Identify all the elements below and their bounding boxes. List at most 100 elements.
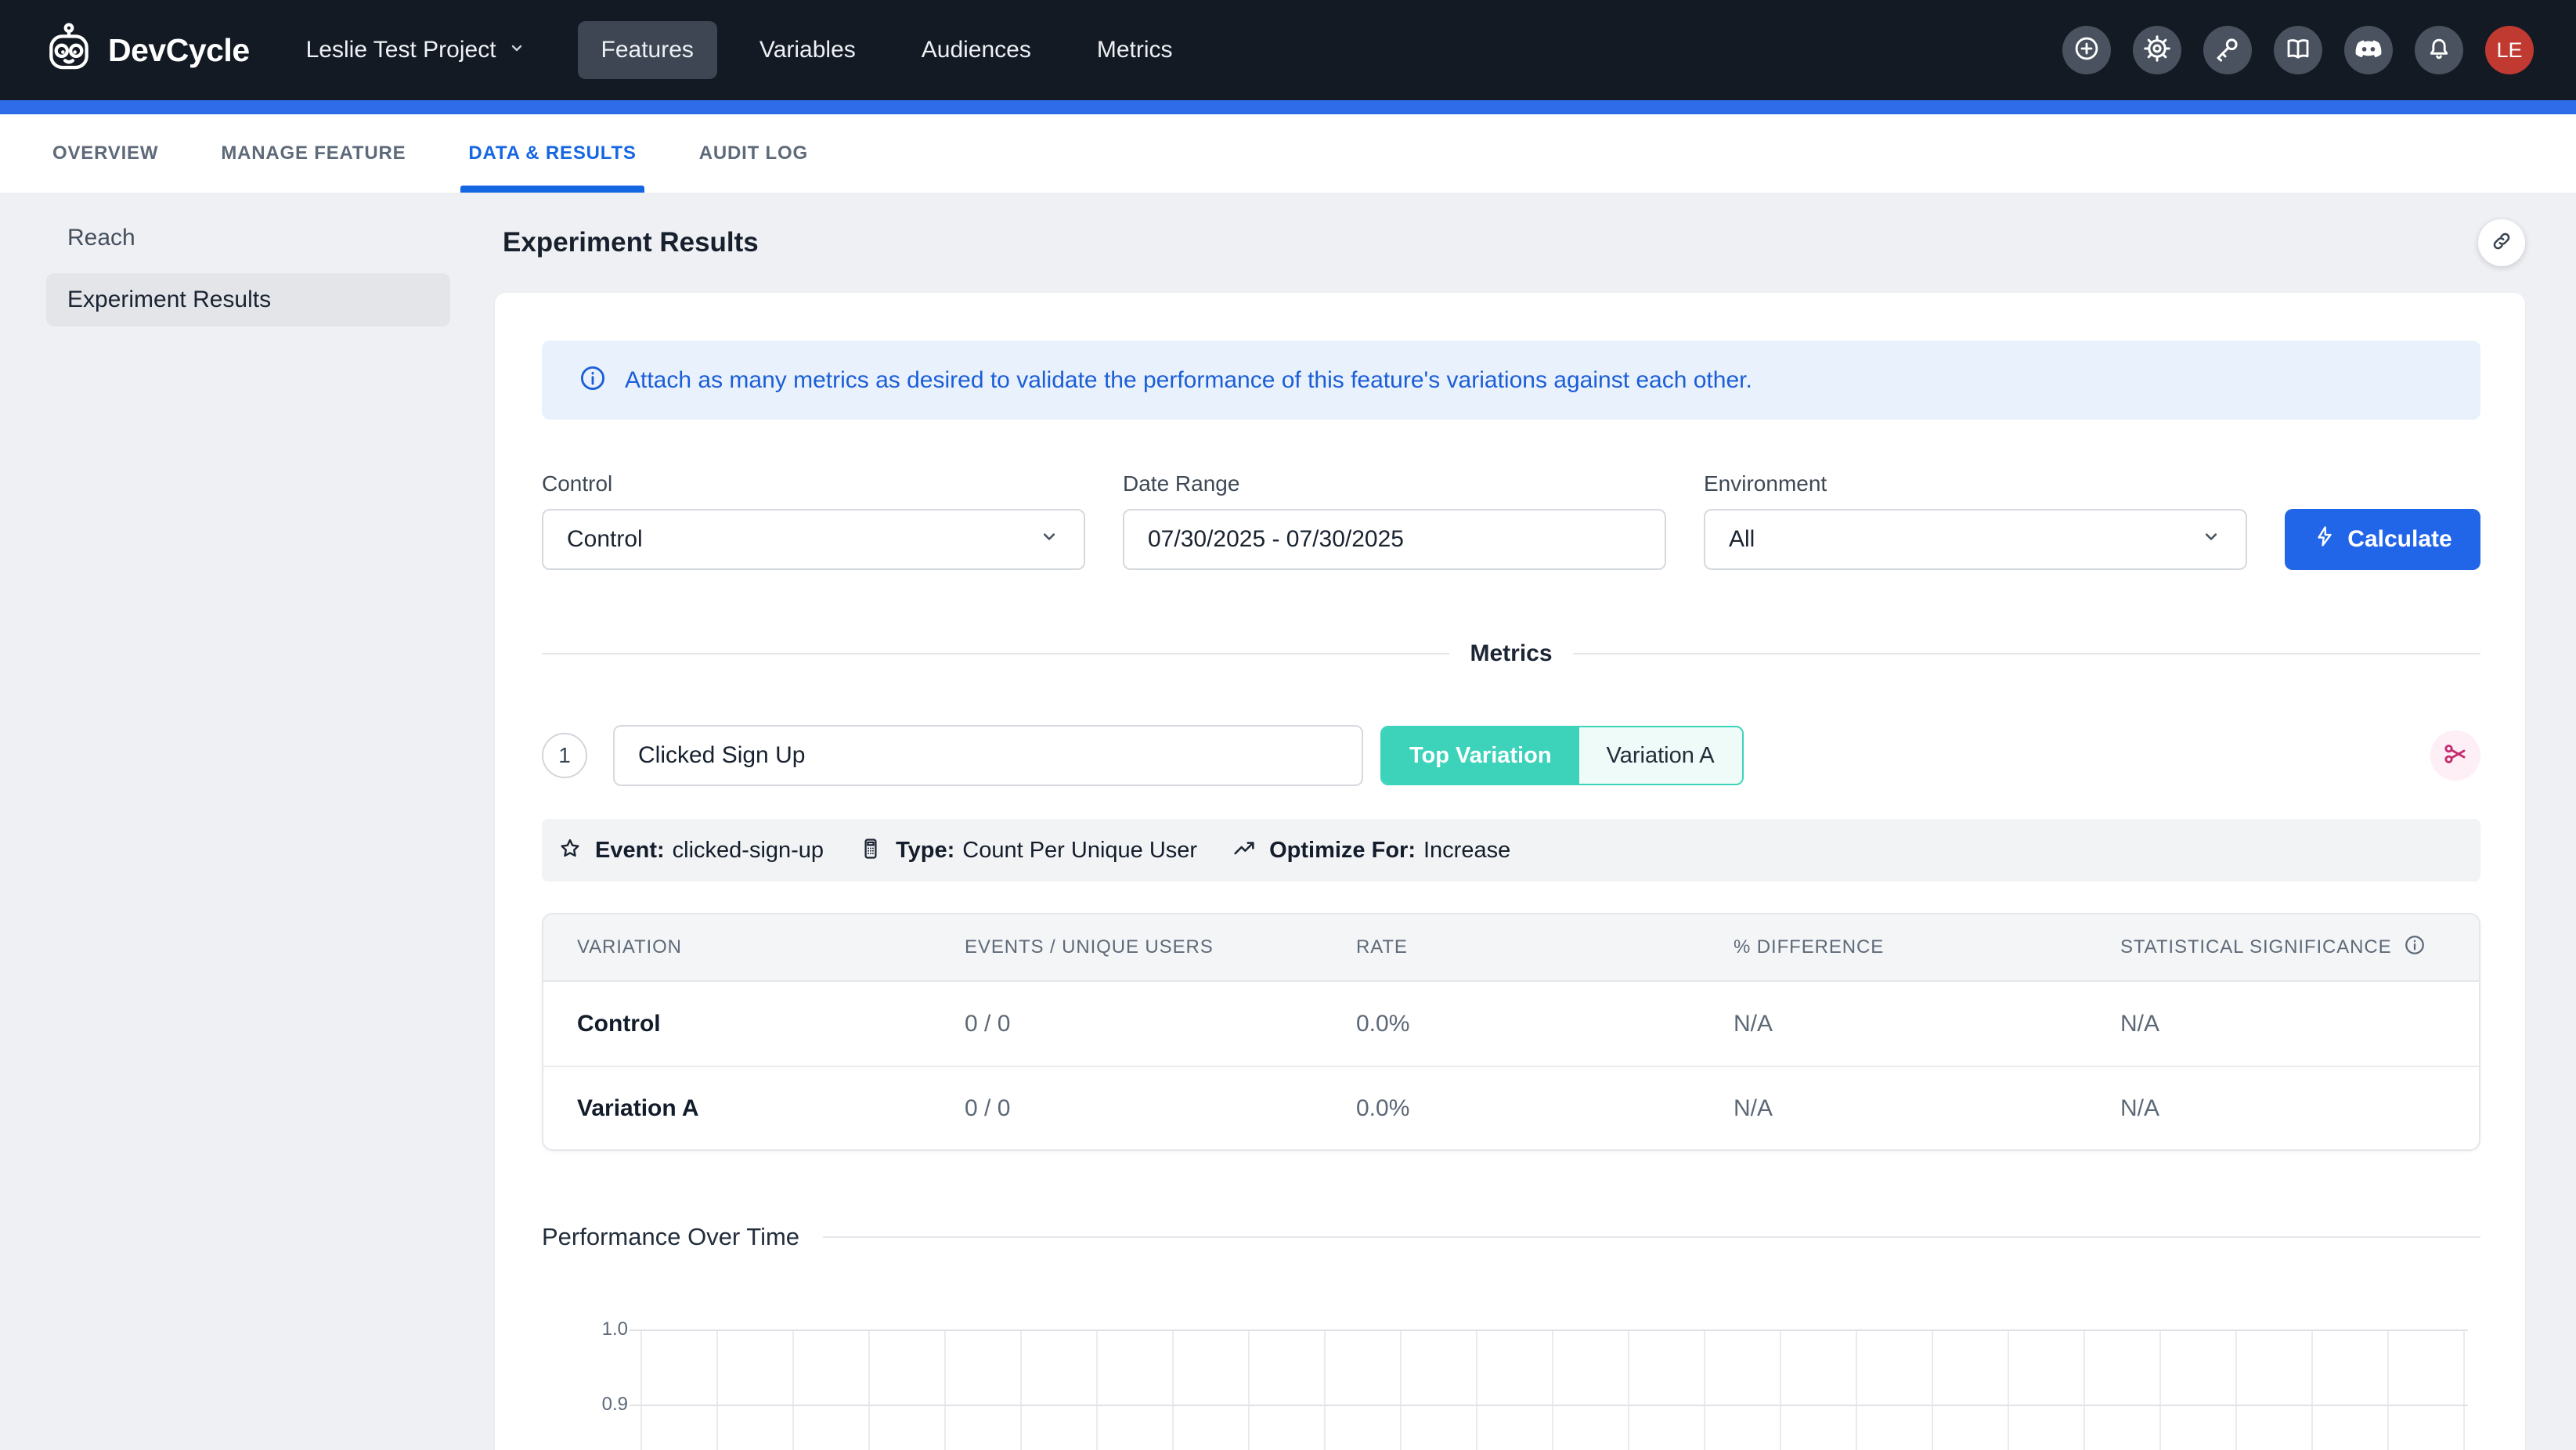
toggle-variation-a[interactable]: Variation A [1579, 727, 1742, 784]
tab-data-results[interactable]: DATA & RESULTS [468, 114, 636, 193]
notifications-button[interactable] [2415, 26, 2463, 74]
discord-icon [2354, 34, 2383, 67]
chevron-down-icon [507, 37, 526, 63]
metric-row: 1 Clicked Sign Up Top Variation Variatio… [542, 725, 2480, 786]
tab-audit-log[interactable]: AUDIT LOG [699, 114, 808, 193]
info-banner: Attach as many metrics as desired to val… [542, 341, 2480, 420]
metric-name-value: Clicked Sign Up [638, 742, 805, 769]
performance-section-header: Performance Over Time [542, 1223, 2480, 1251]
event-label: Event: [595, 838, 665, 864]
col-variation: VARIATION [543, 914, 931, 980]
sidebar-item-reach[interactable]: Reach [46, 214, 450, 262]
variation-toggle: Top Variation Variation A [1380, 726, 1744, 785]
environment-select-value: All [1729, 526, 1755, 553]
results-table-header: VARIATION EVENTS / UNIQUE USERS RATE % D… [543, 914, 2479, 982]
primary-nav: Features Variables Audiences Metrics [578, 21, 1196, 79]
cell-events: 0 / 0 [931, 982, 1322, 1066]
filters-row: Control Control Date Range 07/30/2025 - … [542, 471, 2480, 570]
environment-label: Environment [1704, 471, 2247, 496]
cell-difference: N/A [1700, 1067, 2087, 1149]
control-select-value: Control [567, 526, 643, 553]
cell-significance: N/A [2087, 982, 2479, 1066]
calculate-button[interactable]: Calculate [2285, 509, 2480, 570]
control-select[interactable]: Control [542, 509, 1085, 570]
control-label: Control [542, 471, 1085, 496]
date-range-filter: Date Range 07/30/2025 - 07/30/2025 [1123, 471, 1666, 570]
col-events: EVENTS / UNIQUE USERS [931, 914, 1322, 980]
metric-detail-bar: Event: clicked-sign-up [542, 819, 2480, 882]
type-group: Type: Count Per Unique User [858, 836, 1197, 865]
accent-bar [0, 100, 2576, 114]
optimize-value: Increase [1423, 838, 1510, 864]
chart-y-axis: 1.00.9 [542, 1329, 628, 1450]
key-icon [2213, 34, 2242, 67]
date-range-input[interactable]: 07/30/2025 - 07/30/2025 [1123, 509, 1666, 570]
project-selector[interactable]: Leslie Test Project [306, 37, 526, 63]
environment-select[interactable]: All [1704, 509, 2247, 570]
toggle-top-variation[interactable]: Top Variation [1382, 727, 1579, 784]
main-header: Experiment Results [495, 193, 2525, 293]
environment-filter: Environment All [1704, 471, 2247, 570]
event-value: clicked-sign-up [673, 838, 824, 864]
type-value: Count Per Unique User [962, 838, 1197, 864]
page-title: Experiment Results [503, 227, 759, 258]
sidebar-item-experiment-results[interactable]: Experiment Results [46, 273, 450, 326]
top-nav: DevCycle Leslie Test Project Features Va… [0, 0, 2576, 100]
nav-item-metrics[interactable]: Metrics [1073, 21, 1196, 79]
metrics-divider: Metrics [542, 640, 2480, 667]
devcycle-logo[interactable]: DevCycle [42, 22, 250, 79]
settings-button[interactable] [2133, 26, 2181, 74]
table-row-control: Control 0 / 0 0.0% N/A N/A [543, 982, 2479, 1066]
feature-tabbar: OVERVIEW MANAGE FEATURE DATA & RESULTS A… [0, 114, 2576, 193]
user-avatar[interactable]: LE [2485, 26, 2534, 74]
nav-item-variables[interactable]: Variables [736, 21, 879, 79]
cell-rate: 0.0% [1322, 1067, 1700, 1149]
col-significance-label: STATISTICAL SIGNIFICANCE [2120, 936, 2392, 958]
info-icon [578, 363, 608, 397]
api-keys-button[interactable] [2203, 26, 2252, 74]
info-circle-icon[interactable] [2403, 933, 2426, 962]
cell-variation: Variation A [543, 1067, 931, 1149]
docs-button[interactable] [2274, 26, 2322, 74]
gear-icon [2143, 34, 2171, 67]
metric-name-input[interactable]: Clicked Sign Up [613, 725, 1363, 786]
calculate-button-label: Calculate [2347, 526, 2452, 553]
optimize-label: Optimize For: [1269, 838, 1416, 864]
performance-chart: 1.00.9 [542, 1329, 2480, 1450]
remove-metric-button[interactable] [2430, 730, 2480, 781]
metrics-divider-label: Metrics [1470, 640, 1552, 667]
star-icon [557, 836, 583, 865]
nav-item-audiences[interactable]: Audiences [898, 21, 1055, 79]
chart-plot [640, 1329, 2468, 1450]
create-button[interactable] [2062, 26, 2111, 74]
results-table: VARIATION EVENTS / UNIQUE USERS RATE % D… [542, 913, 2480, 1151]
info-banner-text: Attach as many metrics as desired to val… [625, 367, 1752, 394]
date-range-value: 07/30/2025 - 07/30/2025 [1148, 526, 1404, 553]
calculator-icon [858, 836, 883, 865]
chevron-down-icon [2200, 525, 2222, 554]
col-rate: RATE [1322, 914, 1700, 980]
copy-link-button[interactable] [2478, 219, 2525, 266]
link-icon [2490, 229, 2513, 257]
experiment-results-panel: Attach as many metrics as desired to val… [495, 293, 2525, 1450]
results-sidebar: Reach Experiment Results [0, 193, 470, 1450]
type-label: Type: [896, 838, 954, 864]
tab-overview[interactable]: OVERVIEW [52, 114, 158, 193]
event-group: Event: clicked-sign-up [557, 836, 824, 865]
col-difference: % DIFFERENCE [1700, 914, 2087, 980]
performance-title: Performance Over Time [542, 1223, 799, 1251]
nav-item-features[interactable]: Features [578, 21, 717, 79]
book-icon [2284, 34, 2312, 67]
date-range-label: Date Range [1123, 471, 1666, 496]
main-column: Experiment Results Attach as many metric… [470, 193, 2576, 1450]
robot-logo-icon [42, 22, 96, 79]
bell-icon [2425, 34, 2453, 67]
control-filter: Control Control [542, 471, 1085, 570]
nav-icon-group: LE [2062, 26, 2534, 74]
discord-button[interactable] [2344, 26, 2393, 74]
chevron-down-icon [1038, 525, 1060, 554]
optimize-group: Optimize For: Increase [1232, 836, 1510, 865]
cell-events: 0 / 0 [931, 1067, 1322, 1149]
tab-manage-feature[interactable]: MANAGE FEATURE [221, 114, 406, 193]
cell-difference: N/A [1700, 982, 2087, 1066]
